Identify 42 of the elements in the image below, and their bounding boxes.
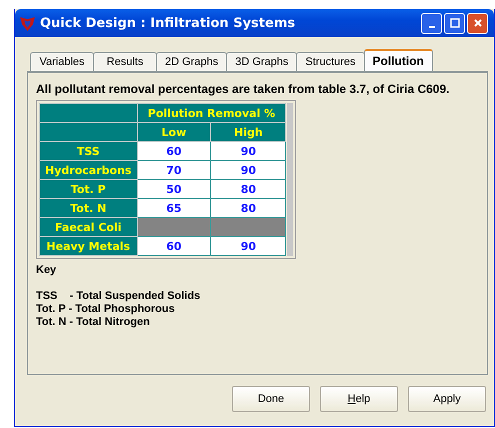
minimize-button[interactable]	[421, 12, 442, 34]
dialog-button[interactable]: Apply	[408, 386, 486, 412]
window-title: Quick Design : Infiltration Systems	[40, 16, 296, 30]
table-cell: 70	[137, 160, 211, 180]
key-line: TSS - Total Suspended Solids	[36, 290, 202, 303]
tab[interactable]: 2D Graphs	[156, 52, 228, 71]
row-header: Faecal Coli	[40, 218, 138, 236]
close-icon	[472, 18, 482, 28]
key-heading: Key	[36, 264, 58, 276]
source-note: All pollutant removal percentages are taken from table 3.7, of Ciria C609.	[36, 83, 450, 96]
key-line: Tot. P - Total Phosphorous	[36, 303, 176, 316]
table-cell: 60	[137, 236, 211, 256]
column-header: High	[210, 122, 286, 142]
maximize-button[interactable]	[444, 12, 465, 34]
table-cell: 65	[137, 198, 211, 218]
row-header: Hydrocarbons	[40, 160, 138, 180]
header-cell: Pollution Removal %	[137, 104, 286, 122]
table-cell: 90	[210, 236, 286, 256]
table-cell: 60	[137, 142, 211, 160]
table-cell: 80	[210, 198, 286, 218]
table-cell: 80	[210, 180, 286, 198]
tab[interactable]: Results	[93, 52, 157, 71]
row-header: TSS	[40, 142, 138, 160]
tab[interactable]: Structures	[296, 52, 365, 71]
table-cell: 90	[210, 142, 286, 160]
minimize-icon	[428, 26, 434, 28]
close-button[interactable]	[467, 12, 488, 34]
dialog-button[interactable]: Done	[232, 386, 310, 412]
scrollbar[interactable]	[287, 103, 293, 256]
dialog-button[interactable]: Help	[320, 386, 398, 412]
tab[interactable]: 3D Graphs	[226, 52, 298, 71]
key-line: Tot. N - Total Nitrogen	[36, 316, 151, 329]
tab[interactable]: Variables	[30, 52, 94, 71]
row-header: Tot. N	[40, 198, 138, 218]
maximize-icon	[450, 18, 460, 28]
shield-icon	[19, 14, 36, 32]
row-header: Tot. P	[40, 180, 138, 198]
table-cell: 50	[137, 180, 211, 198]
column-header: Low	[137, 122, 211, 142]
table-cell: 90	[210, 160, 286, 180]
row-header: Heavy Metals	[40, 236, 138, 256]
tab[interactable]: Pollution	[364, 49, 433, 71]
